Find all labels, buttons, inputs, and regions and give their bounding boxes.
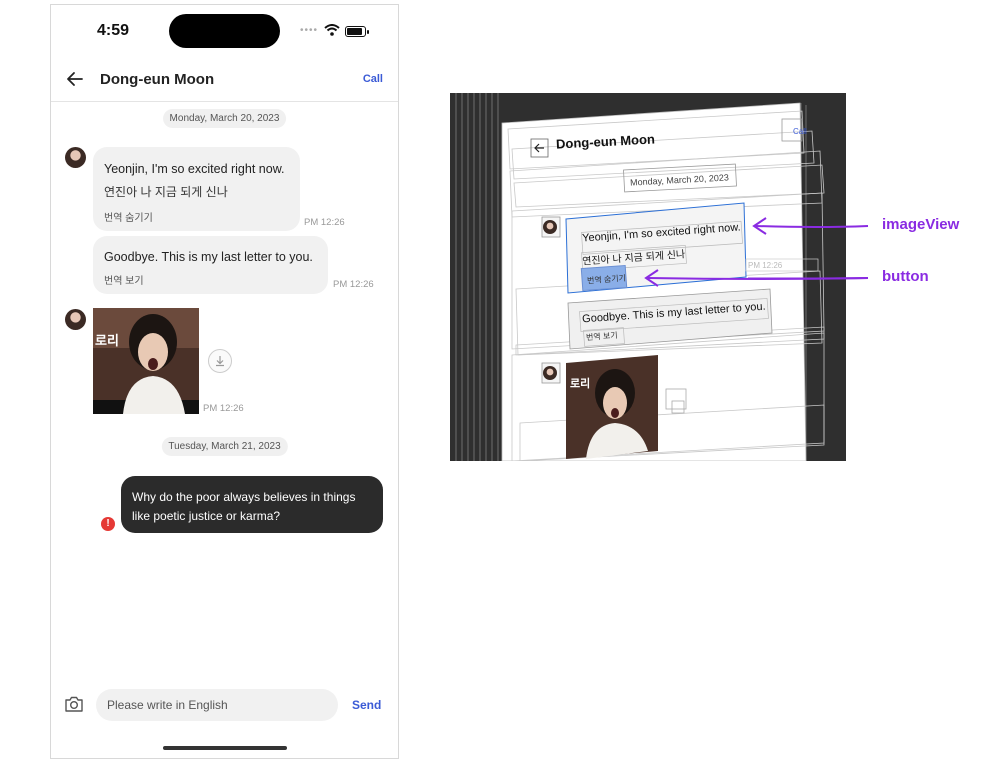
- avatar: [65, 147, 86, 168]
- svg-text:로리: 로리: [570, 376, 590, 390]
- dynamic-island: [169, 14, 280, 48]
- error-icon[interactable]: !: [101, 517, 115, 531]
- image-caption: 로리: [95, 333, 119, 348]
- message-input[interactable]: [96, 689, 338, 721]
- inspector-call: Call: [793, 127, 807, 136]
- translation-toggle-button[interactable]: 번역 숨기기: [104, 209, 153, 224]
- photo-image: [93, 308, 199, 414]
- call-button[interactable]: Call: [363, 73, 383, 85]
- date-chip: Tuesday, March 21, 2023: [161, 437, 288, 456]
- message-text: Goodbye. This is my last letter to you.: [104, 250, 313, 264]
- inspector-toggle-button: 번역 보기: [585, 330, 618, 343]
- outgoing-message-text: Why do the poor always believes in thing…: [132, 490, 356, 523]
- annotation-button-label: button: [882, 268, 929, 285]
- button-annotation-arrow: [644, 269, 869, 287]
- home-indicator: [163, 746, 287, 750]
- status-time: 4:59: [97, 22, 130, 39]
- message-time: PM 12:26: [203, 403, 244, 414]
- wifi-icon: [324, 24, 340, 36]
- message-time: PM 12:26: [304, 217, 345, 228]
- message-bubble: Goodbye. This is my last letter to you. …: [93, 236, 328, 294]
- status-bar: 4:59 ••••: [51, 5, 398, 57]
- date-chip: Monday, March 20, 2023: [162, 109, 287, 128]
- phone-screen: 4:59 •••• Dong-eun Moon Call Monday, Mar…: [50, 4, 399, 759]
- camera-icon[interactable]: [64, 695, 84, 713]
- chat-title: Dong-eun Moon: [100, 71, 215, 88]
- battery-icon: [345, 26, 369, 37]
- composer: Send: [51, 685, 398, 725]
- message-time: PM 12:26: [333, 279, 374, 290]
- image-message[interactable]: 로리: [93, 308, 199, 414]
- download-button[interactable]: [208, 349, 232, 373]
- annotation-imageview-label: imageView: [882, 216, 960, 233]
- send-button[interactable]: Send: [352, 698, 381, 712]
- message-text: Yeonjin, I'm so excited right now.: [104, 162, 285, 176]
- back-arrow-icon[interactable]: [65, 69, 85, 89]
- message-bubble: Yeonjin, I'm so excited right now. 연진아 나…: [93, 147, 300, 231]
- signal-icon: ••••: [300, 25, 319, 36]
- avatar: [65, 309, 86, 330]
- translation-toggle-button[interactable]: 번역 보기: [104, 272, 144, 287]
- download-icon: [216, 356, 224, 367]
- translation-text: 연진아 나 지금 되게 신나: [104, 185, 228, 199]
- outgoing-message-bubble: Why do the poor always believes in thing…: [121, 476, 383, 533]
- nav-bar: Dong-eun Moon Call: [51, 57, 398, 102]
